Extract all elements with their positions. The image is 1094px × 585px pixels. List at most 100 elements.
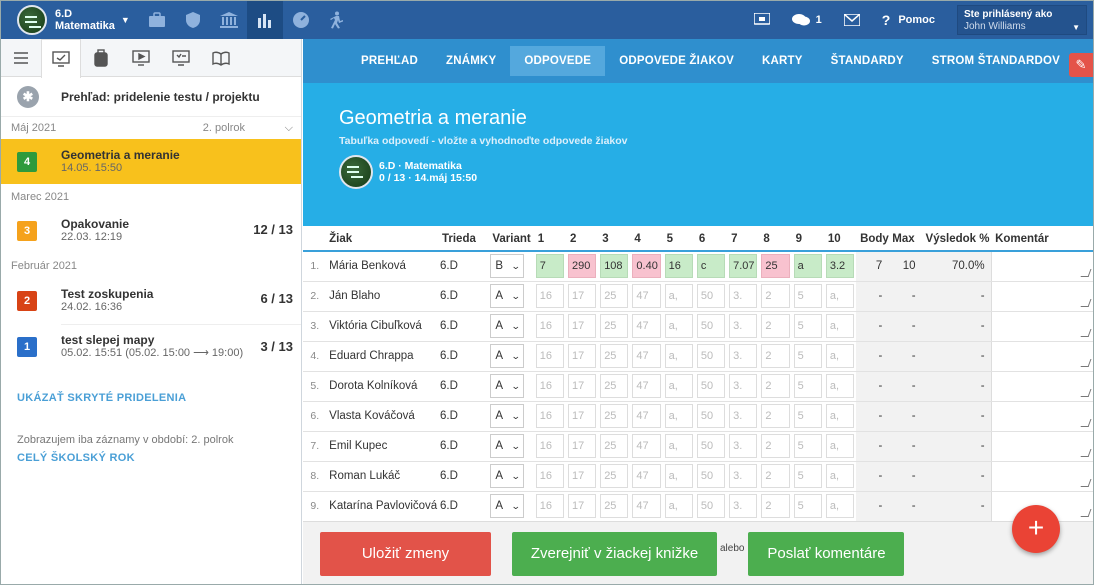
answer-input[interactable]: 47 bbox=[632, 284, 661, 308]
comment-input[interactable] bbox=[990, 281, 1093, 312]
briefcase-icon[interactable] bbox=[139, 1, 175, 39]
answer-input[interactable]: 2 bbox=[761, 314, 790, 338]
answer-input[interactable]: 3. bbox=[729, 404, 758, 428]
answer-input[interactable]: 7 bbox=[535, 254, 564, 279]
menu-icon[interactable] bbox=[1, 39, 41, 77]
answer-input[interactable]: 25 bbox=[600, 404, 629, 428]
answer-input[interactable]: a, bbox=[664, 314, 693, 338]
answer-input[interactable]: 3. bbox=[729, 344, 758, 368]
answer-input[interactable]: 3. bbox=[729, 374, 758, 398]
show-hidden-link[interactable]: UKÁZAŤ SKRYTÉ PRIDELENIA bbox=[1, 392, 301, 404]
answer-input[interactable]: a, bbox=[664, 344, 693, 368]
variant-select[interactable]: A ⌄ bbox=[490, 464, 525, 488]
messages-button[interactable]: 1 bbox=[791, 13, 822, 27]
whole-year-link[interactable]: CELÝ ŠKOLSKÝ ROK bbox=[1, 452, 301, 464]
tab-standards[interactable]: ŠTANDARDY bbox=[817, 46, 918, 76]
variant-select[interactable]: A ⌄ bbox=[490, 404, 525, 428]
assignment-item[interactable]: 4 Geometria a meranie 14.05. 15:50 bbox=[1, 139, 301, 184]
comment-input[interactable] bbox=[990, 431, 1093, 462]
answer-input[interactable]: 3. bbox=[729, 314, 758, 338]
answer-input[interactable]: 290 bbox=[567, 254, 597, 279]
answer-input[interactable]: 17 bbox=[567, 314, 597, 338]
pencil-icon[interactable]: ✎ bbox=[1069, 53, 1093, 77]
shield-icon[interactable] bbox=[175, 1, 211, 39]
answer-input[interactable]: 5 bbox=[793, 434, 822, 458]
semester-label[interactable]: 2. polrok bbox=[203, 117, 245, 139]
overview-link[interactable]: ✱ Prehľad: pridelenie testu / projektu bbox=[1, 77, 301, 117]
answer-input[interactable]: 2 bbox=[761, 404, 790, 428]
class-switcher[interactable]: 6.D Matematika ▼ bbox=[17, 1, 139, 39]
answer-input[interactable]: a, bbox=[664, 434, 693, 458]
variant-select[interactable]: A ⌄ bbox=[490, 344, 525, 368]
video-play-icon[interactable] bbox=[121, 39, 161, 77]
answer-input[interactable]: 16 bbox=[664, 254, 693, 279]
answer-input[interactable]: 16 bbox=[535, 434, 564, 458]
add-button[interactable]: + bbox=[1012, 505, 1060, 553]
user-menu[interactable]: Ste prihlásený ako John Williams ▼ bbox=[957, 5, 1087, 35]
answer-input[interactable]: 17 bbox=[567, 464, 597, 488]
answer-input[interactable]: 3.2 bbox=[825, 254, 855, 279]
send-comments-button[interactable]: Poslať komentáre bbox=[748, 532, 905, 576]
answer-input[interactable]: 5 bbox=[793, 374, 822, 398]
answer-input[interactable]: 25 bbox=[600, 284, 629, 308]
answer-input[interactable]: 2 bbox=[761, 344, 790, 368]
comment-input[interactable] bbox=[990, 371, 1093, 402]
answer-input[interactable]: 16 bbox=[535, 314, 564, 338]
publish-button[interactable]: Zverejniť v žiackej knižke bbox=[512, 532, 717, 576]
answer-input[interactable]: 5 bbox=[793, 344, 822, 368]
checklist-monitor-icon[interactable] bbox=[161, 39, 201, 77]
answer-input[interactable]: 16 bbox=[535, 374, 564, 398]
answer-input[interactable]: 2 bbox=[761, 434, 790, 458]
answer-input[interactable]: 25 bbox=[600, 374, 629, 398]
answer-input[interactable]: a, bbox=[825, 404, 855, 428]
answer-input[interactable]: 17 bbox=[567, 404, 597, 428]
answer-input[interactable]: 5 bbox=[793, 284, 822, 308]
tab-standards-tree[interactable]: STROM ŠTANDARDOV bbox=[918, 46, 1074, 76]
save-button[interactable]: Uložiť zmeny bbox=[320, 532, 491, 576]
mail-icon[interactable] bbox=[843, 14, 860, 26]
answer-input[interactable]: 50 bbox=[696, 464, 726, 488]
answer-input[interactable]: a, bbox=[825, 344, 855, 368]
answer-input[interactable]: 16 bbox=[535, 404, 564, 428]
institution-icon[interactable] bbox=[211, 1, 247, 39]
tab-cards[interactable]: KARTY bbox=[748, 46, 817, 76]
answer-input[interactable]: 2 bbox=[761, 284, 790, 308]
answer-input[interactable]: c bbox=[696, 254, 726, 279]
comment-input[interactable] bbox=[990, 311, 1093, 342]
answer-input[interactable]: 108 bbox=[600, 254, 629, 279]
comment-input[interactable] bbox=[990, 251, 1093, 282]
chevron-down-icon[interactable]: ⌵ bbox=[285, 117, 293, 139]
answer-input[interactable]: 17 bbox=[567, 374, 597, 398]
assignment-item[interactable]: 2 Test zoskupenia 24.02. 16:36 6 / 13 bbox=[1, 277, 301, 324]
variant-select[interactable]: A ⌄ bbox=[490, 284, 525, 308]
answer-input[interactable]: 47 bbox=[632, 434, 661, 458]
answer-input[interactable]: 17 bbox=[567, 434, 597, 458]
answer-input[interactable]: a bbox=[793, 254, 822, 279]
answer-input[interactable]: 50 bbox=[696, 404, 726, 428]
answer-input[interactable]: a, bbox=[825, 494, 855, 518]
answer-input[interactable]: 16 bbox=[535, 464, 564, 488]
open-book-icon[interactable] bbox=[201, 39, 241, 77]
answer-input[interactable]: 17 bbox=[567, 284, 597, 308]
answer-input[interactable]: 3. bbox=[729, 494, 758, 518]
cast-icon[interactable] bbox=[753, 13, 770, 27]
variant-select[interactable]: A ⌄ bbox=[490, 434, 525, 458]
answer-input[interactable]: 3. bbox=[729, 464, 758, 488]
variant-select[interactable]: A ⌄ bbox=[490, 494, 525, 518]
answer-input[interactable]: a, bbox=[664, 404, 693, 428]
answer-input[interactable]: 47 bbox=[632, 344, 661, 368]
answer-input[interactable]: 16 bbox=[535, 344, 564, 368]
answer-input[interactable]: 2 bbox=[761, 374, 790, 398]
comment-input[interactable] bbox=[990, 401, 1093, 432]
answer-input[interactable]: 0.40 bbox=[632, 254, 661, 279]
answer-input[interactable]: 2 bbox=[761, 464, 790, 488]
answer-input[interactable]: 25 bbox=[600, 314, 629, 338]
answer-input[interactable]: 47 bbox=[632, 404, 661, 428]
answer-input[interactable]: 47 bbox=[632, 464, 661, 488]
answer-input[interactable]: a, bbox=[664, 494, 693, 518]
answer-input[interactable]: 47 bbox=[632, 374, 661, 398]
variant-select[interactable]: A ⌄ bbox=[490, 314, 525, 338]
answer-input[interactable]: 17 bbox=[567, 344, 597, 368]
variant-select[interactable]: A ⌄ bbox=[490, 374, 525, 398]
answer-input[interactable]: a, bbox=[664, 284, 693, 308]
